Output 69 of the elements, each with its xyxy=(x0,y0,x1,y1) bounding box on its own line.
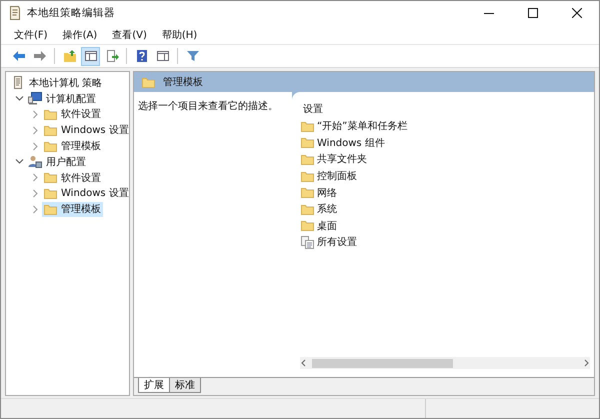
expand-chevron-icon[interactable] xyxy=(31,110,40,119)
folder-up-icon xyxy=(62,49,76,63)
expand-chevron-icon[interactable] xyxy=(31,188,40,198)
left-arrow-icon xyxy=(12,49,26,63)
document-icon xyxy=(12,76,25,90)
settings-list-icon xyxy=(301,236,314,249)
folder-icon xyxy=(301,137,314,148)
folder-icon xyxy=(142,76,155,88)
help-icon xyxy=(134,49,148,63)
expand-chevron-icon[interactable] xyxy=(31,126,40,135)
folder-icon xyxy=(301,187,314,198)
expand-chevron-icon[interactable] xyxy=(31,173,40,182)
folder-icon xyxy=(44,188,57,199)
tree-item[interactable]: 软件设置 xyxy=(42,170,103,186)
tree-item[interactable]: 软件设置 xyxy=(42,106,103,122)
menu-item[interactable]: 帮助(H) xyxy=(154,28,206,42)
folder-icon xyxy=(44,124,57,136)
maximize-icon xyxy=(528,8,538,18)
menu-item[interactable]: 文件(F) xyxy=(7,28,56,42)
folder-icon xyxy=(301,220,314,232)
tree-item[interactable]: 用户配置 xyxy=(26,154,88,170)
scroll-left-icon[interactable] xyxy=(300,359,308,367)
list-item[interactable]: 所有设置 xyxy=(301,234,594,251)
list-item[interactable]: “开始”菜单和任务栏 xyxy=(301,118,594,135)
view-tab[interactable]: 标准 xyxy=(169,378,201,393)
pane-layout-icon xyxy=(156,49,170,63)
folder-icon xyxy=(44,204,57,215)
folder-icon xyxy=(44,172,57,184)
filter-icon xyxy=(186,49,200,63)
horizontal-scrollbar[interactable] xyxy=(300,357,590,369)
scroll-right-icon[interactable] xyxy=(582,359,590,367)
header-title: 管理模板 xyxy=(163,76,203,89)
folder-icon xyxy=(301,120,314,132)
list-item[interactable]: 网络 xyxy=(301,184,594,201)
view-tab[interactable]: 扩展 xyxy=(138,378,170,393)
menu-item[interactable]: 操作(A) xyxy=(56,28,106,42)
menu-item[interactable]: 查看(V) xyxy=(105,28,155,42)
folder-icon xyxy=(301,170,314,182)
users-icon xyxy=(28,155,42,168)
export-icon xyxy=(104,49,118,63)
collapse-chevron-icon[interactable] xyxy=(15,157,24,166)
tree-item[interactable]: Windows 设置 xyxy=(42,186,131,201)
folder-icon xyxy=(44,108,57,120)
list-item[interactable]: 系统 xyxy=(301,200,594,218)
computer-icon xyxy=(28,92,42,106)
description-text: 选择一个项目来查看它的描述。 xyxy=(138,101,278,112)
tree-item[interactable]: 本地计算机 策略 xyxy=(10,75,104,90)
right-arrow-icon xyxy=(32,49,46,63)
expand-chevron-icon[interactable] xyxy=(31,142,40,151)
list-item[interactable]: 共享文件夹 xyxy=(301,151,594,168)
list-item[interactable]: 控制面板 xyxy=(301,168,594,184)
close-icon xyxy=(572,8,582,18)
app-icon xyxy=(9,6,21,20)
list-item[interactable]: 桌面 xyxy=(301,218,594,234)
tree-item[interactable]: 计算机配置 xyxy=(26,91,98,106)
expand-chevron-icon[interactable] xyxy=(31,204,40,214)
column-heading[interactable]: 设置 xyxy=(303,102,323,116)
folder-icon xyxy=(301,154,314,165)
window-title: 本地组策略编辑器 xyxy=(27,6,115,20)
scroll-thumb[interactable] xyxy=(312,358,453,368)
tree-pane-button[interactable] xyxy=(81,46,100,66)
folder-icon xyxy=(44,140,57,152)
collapse-chevron-icon[interactable] xyxy=(15,94,24,104)
folder-icon xyxy=(301,204,314,215)
pane-layout-icon xyxy=(84,49,98,63)
list-item[interactable]: Windows 组件 xyxy=(301,134,594,152)
tree-item[interactable]: 管理模板 xyxy=(42,138,103,154)
tree-item[interactable]: 管理模板 xyxy=(42,202,103,217)
tree-item[interactable]: Windows 设置 xyxy=(42,122,131,138)
